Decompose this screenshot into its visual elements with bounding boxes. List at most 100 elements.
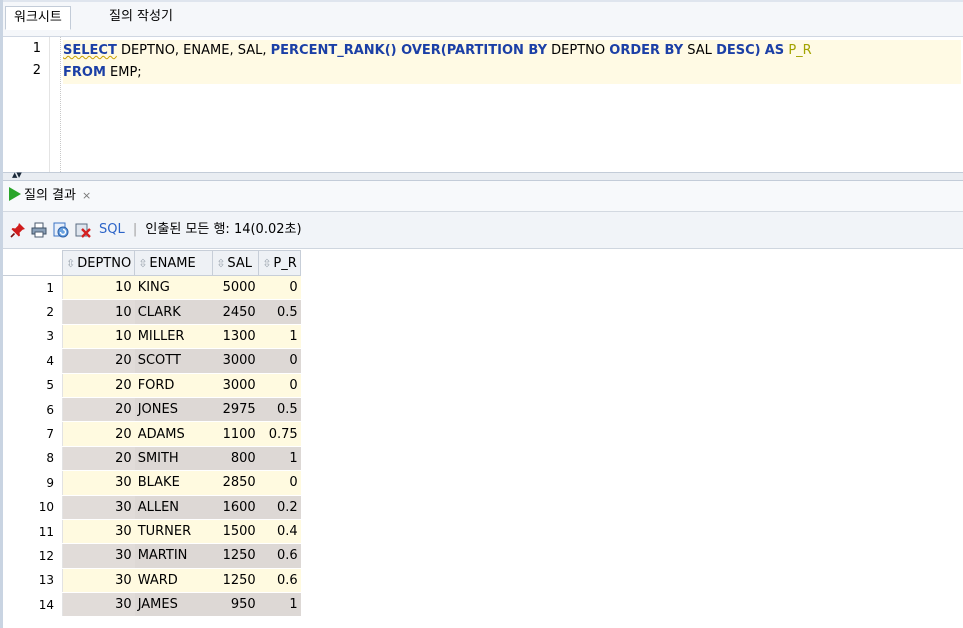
- column-alias: P_R: [788, 43, 812, 58]
- sort-icon[interactable]: ⇳: [262, 257, 271, 270]
- cell-deptno[interactable]: 30: [62, 470, 135, 496]
- table-row[interactable]: 2 10 CLARK 2450 0.5: [3, 299, 301, 325]
- cell-sal[interactable]: 2450: [212, 299, 259, 325]
- table-row[interactable]: 14 30 JAMES 950 1: [3, 592, 301, 618]
- cell-sal[interactable]: 2850: [212, 470, 259, 496]
- print-icon[interactable]: [31, 222, 47, 238]
- cell-ename[interactable]: CLARK: [134, 299, 213, 325]
- cell-deptno[interactable]: 30: [62, 568, 135, 594]
- cell-sal[interactable]: 800: [212, 446, 259, 472]
- cell-deptno[interactable]: 10: [62, 324, 135, 350]
- table-row[interactable]: 13 30 WARD 1250 0.6: [3, 568, 301, 594]
- table-row[interactable]: 9 30 BLAKE 2850 0: [3, 470, 301, 496]
- toolbar-separator: |: [132, 222, 138, 237]
- cell-deptno[interactable]: 30: [62, 592, 135, 618]
- table-row[interactable]: 6 20 JONES 2975 0.5: [3, 397, 301, 423]
- tab-worksheet[interactable]: 워크시트: [5, 6, 71, 30]
- pin-icon[interactable]: [10, 222, 26, 238]
- keyword-select: SELECT: [63, 43, 117, 58]
- close-tab-icon[interactable]: ×: [82, 189, 91, 202]
- sort-icon[interactable]: ⇳: [66, 257, 75, 270]
- cell-deptno[interactable]: 20: [62, 446, 135, 472]
- cell-sal[interactable]: 2975: [212, 397, 259, 423]
- table-row[interactable]: 3 10 MILLER 1300 1: [3, 324, 301, 350]
- column-header-ename[interactable]: ⇳ ENAME: [134, 250, 214, 276]
- row-number: 8: [3, 446, 63, 472]
- cell-deptno[interactable]: 30: [62, 543, 135, 569]
- cell-p-r[interactable]: 0.6: [258, 568, 301, 594]
- editor-results-splitter[interactable]: ▲▼: [3, 171, 963, 181]
- cell-deptno[interactable]: 10: [62, 275, 135, 301]
- cell-p-r[interactable]: 0.5: [258, 397, 301, 423]
- table-row[interactable]: 11 30 TURNER 1500 0.4: [3, 519, 301, 545]
- cell-ename[interactable]: KING: [134, 275, 213, 301]
- cell-ename[interactable]: SMITH: [134, 446, 213, 472]
- table-row[interactable]: 7 20 ADAMS 1100 0.75: [3, 421, 301, 447]
- cell-p-r[interactable]: 0: [258, 348, 301, 374]
- code-line-1[interactable]: SELECT DEPTNO, ENAME, SAL, PERCENT_RANK(…: [63, 40, 961, 62]
- cell-sal[interactable]: 1500: [212, 519, 259, 545]
- cell-ename[interactable]: FORD: [134, 373, 213, 398]
- table-row[interactable]: 5 20 FORD 3000 0: [3, 373, 301, 398]
- cell-ename[interactable]: ADAMS: [134, 421, 213, 447]
- sql-link[interactable]: SQL: [99, 222, 125, 237]
- cell-ename[interactable]: ALLEN: [134, 495, 213, 520]
- cell-deptno[interactable]: 20: [62, 373, 135, 398]
- refresh-sql-icon[interactable]: [53, 222, 69, 238]
- line-number: 1: [32, 41, 41, 56]
- code-line-2[interactable]: FROM EMP;: [63, 62, 961, 84]
- cell-sal[interactable]: 1300: [212, 324, 259, 350]
- cell-ename[interactable]: JAMES: [134, 592, 213, 618]
- cell-p-r[interactable]: 0: [258, 373, 301, 398]
- cell-ename[interactable]: WARD: [134, 568, 213, 594]
- cell-p-r[interactable]: 0.4: [258, 519, 301, 545]
- cell-sal[interactable]: 1250: [212, 543, 259, 569]
- cell-sal[interactable]: 3000: [212, 348, 259, 374]
- line-number-gutter: 1 2: [3, 37, 50, 172]
- cell-p-r[interactable]: 0.75: [258, 421, 301, 447]
- tab-query-result[interactable]: 질의 결과 ×: [9, 186, 91, 206]
- cell-p-r[interactable]: 0.6: [258, 543, 301, 569]
- column-header-sal[interactable]: ⇳ SAL: [212, 250, 260, 276]
- table-row[interactable]: 12 30 MARTIN 1250 0.6: [3, 543, 301, 569]
- row-number: 9: [3, 470, 63, 496]
- cell-p-r[interactable]: 0.2: [258, 495, 301, 520]
- cell-sal[interactable]: 950: [212, 592, 259, 618]
- cell-deptno[interactable]: 30: [62, 495, 135, 520]
- splitter-arrows-icon[interactable]: ▲▼: [12, 171, 22, 179]
- cell-ename[interactable]: MILLER: [134, 324, 213, 350]
- cell-sal[interactable]: 3000: [212, 373, 259, 398]
- table-row[interactable]: 1 10 KING 5000 0: [3, 275, 301, 301]
- table-row[interactable]: 8 20 SMITH 800 1: [3, 446, 301, 472]
- cell-ename[interactable]: SCOTT: [134, 348, 213, 374]
- table-row[interactable]: 4 20 SCOTT 3000 0: [3, 348, 301, 374]
- table-row[interactable]: 10 30 ALLEN 1600 0.2: [3, 495, 301, 520]
- cell-deptno[interactable]: 20: [62, 397, 135, 423]
- tab-query-builder[interactable]: 질의 작성기: [101, 6, 181, 28]
- cell-p-r[interactable]: 1: [258, 592, 301, 618]
- cell-ename[interactable]: JONES: [134, 397, 213, 423]
- clear-icon[interactable]: [75, 222, 91, 238]
- column-header-deptno[interactable]: ⇳ DEPTNO: [61, 250, 136, 276]
- cell-sal[interactable]: 1100: [212, 421, 259, 447]
- cell-ename[interactable]: MARTIN: [134, 543, 213, 569]
- cell-sal[interactable]: 5000: [212, 275, 259, 301]
- cell-deptno[interactable]: 30: [62, 519, 135, 545]
- cell-ename[interactable]: BLAKE: [134, 470, 213, 496]
- cell-deptno[interactable]: 10: [62, 299, 135, 325]
- cell-p-r[interactable]: 1: [258, 324, 301, 350]
- cell-p-r[interactable]: 1: [258, 446, 301, 472]
- sql-editor[interactable]: 1 2 SELECT DEPTNO, ENAME, SAL, PERCENT_R…: [3, 37, 963, 172]
- cell-sal[interactable]: 1250: [212, 568, 259, 594]
- cell-ename[interactable]: TURNER: [134, 519, 213, 545]
- cell-p-r[interactable]: 0: [258, 275, 301, 301]
- sort-icon[interactable]: ⇳: [216, 257, 225, 270]
- cell-p-r[interactable]: 0: [258, 470, 301, 496]
- cell-p-r[interactable]: 0.5: [258, 299, 301, 325]
- cell-deptno[interactable]: 20: [62, 348, 135, 374]
- column-header-p-r[interactable]: ⇳ P_R: [258, 250, 302, 276]
- cell-sal[interactable]: 1600: [212, 495, 259, 520]
- cell-deptno[interactable]: 20: [62, 421, 135, 447]
- results-grid[interactable]: ⇳ DEPTNO ⇳ ENAME ⇳ SAL ⇳ P_R 1 10 KING 5000 0 2 10…: [3, 250, 302, 618]
- sort-icon[interactable]: ⇳: [138, 257, 147, 270]
